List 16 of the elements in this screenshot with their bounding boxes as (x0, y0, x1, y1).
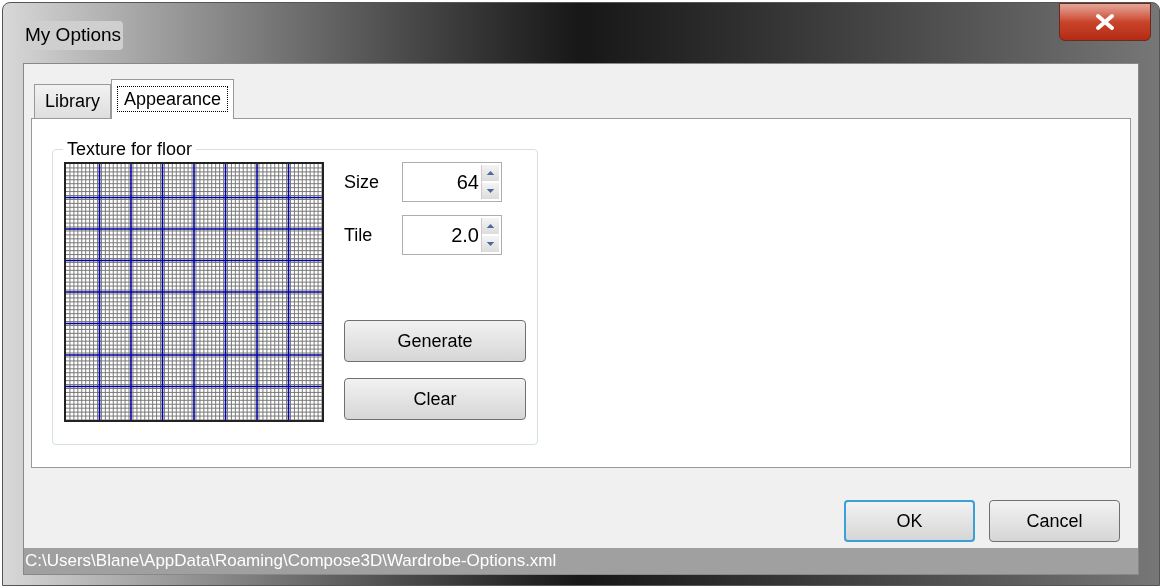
dialog-button[interactable]: OK (844, 500, 975, 542)
action-button[interactable]: Clear (344, 378, 526, 420)
status-bar: C:\Users\Blane\AppData\Roaming\Compose3D\Wardrobe-Options.xml (24, 548, 1138, 574)
close-icon (1094, 13, 1116, 31)
window-title: My Options (23, 21, 124, 50)
action-button[interactable]: Generate (344, 320, 526, 362)
close-button[interactable] (1059, 3, 1151, 41)
dialog-button[interactable]: Cancel (989, 500, 1120, 542)
number-spinner[interactable]: 64 (402, 162, 502, 202)
spinner-arrows[interactable] (481, 165, 499, 199)
field-label: Tile (344, 223, 374, 247)
number-spinner[interactable]: 2.0 (402, 215, 502, 255)
tab[interactable]: Library (34, 84, 112, 118)
tab[interactable]: Appearance (111, 79, 235, 119)
field-label: Size (344, 170, 380, 194)
spinner-arrows[interactable] (481, 218, 499, 252)
